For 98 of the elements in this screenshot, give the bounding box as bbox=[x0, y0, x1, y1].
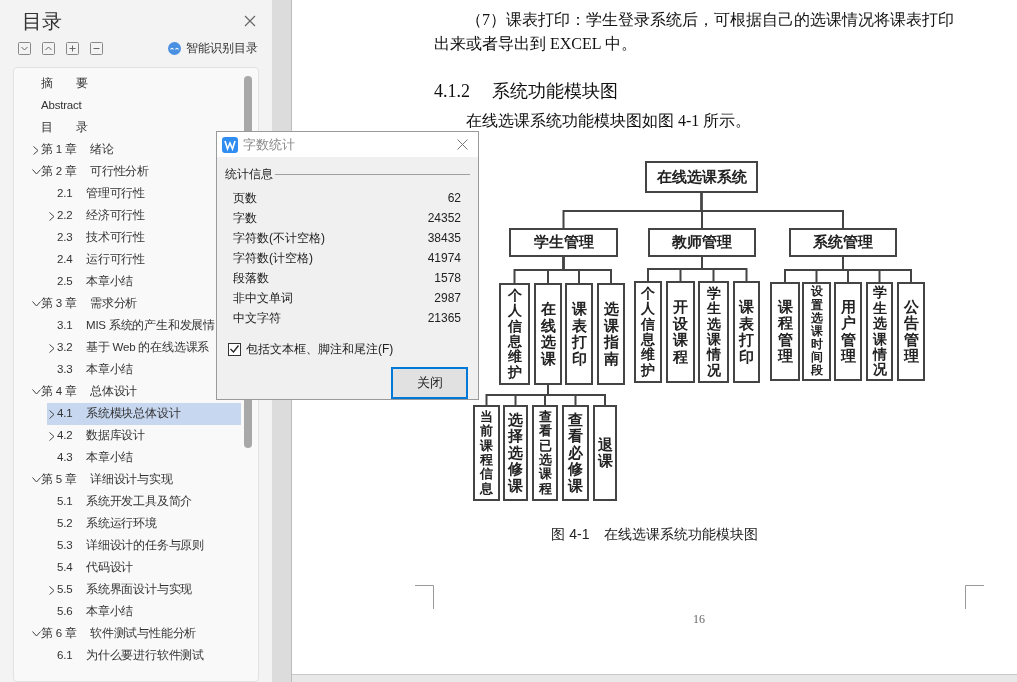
diagram-node: 课表打印 bbox=[733, 281, 760, 383]
figure-caption: 图 4-1 在线选课系统功能模块图 bbox=[551, 525, 758, 544]
app-logo-icon bbox=[222, 136, 238, 153]
stat-label: 段落数 bbox=[233, 270, 269, 287]
diagram-node: 系统管理 bbox=[789, 228, 897, 257]
chevron-right-icon[interactable] bbox=[49, 431, 55, 441]
diagram-node: 开设课程 bbox=[666, 281, 695, 383]
page-number: 16 bbox=[693, 611, 705, 628]
diagram-node: 个人信息维护 bbox=[499, 283, 530, 385]
stat-value: 24352 bbox=[427, 210, 461, 227]
dialog-title: 字数统计 bbox=[243, 135, 295, 154]
toc-item[interactable]: Abstract bbox=[31, 95, 82, 117]
toc-item[interactable]: 5.1 系统开发工具及简介 bbox=[47, 491, 193, 513]
diagram-node: 学生选课情况 bbox=[698, 281, 729, 383]
toc-item[interactable]: 3.1 MIS 系统的产生和发展情 bbox=[47, 315, 216, 337]
stat-label: 字符数(计空格) bbox=[233, 250, 313, 267]
minus-icon[interactable] bbox=[90, 41, 103, 55]
close-icon[interactable] bbox=[244, 15, 256, 27]
diagram-node: 当前课程信息 bbox=[473, 405, 500, 501]
toc-item[interactable]: 第 5 章 详细设计与实现 bbox=[31, 469, 173, 491]
diagram-node: 退课 bbox=[593, 405, 617, 501]
horizontal-scrollbar[interactable] bbox=[292, 674, 1017, 682]
toc-item[interactable]: 5.6 本章小结 bbox=[47, 601, 134, 623]
page-corner-mark bbox=[415, 585, 434, 609]
toc-item[interactable]: 第 4 章 总体设计 bbox=[31, 381, 138, 403]
heading-number: 4.1.2 bbox=[434, 80, 470, 103]
diagram-node: 用户管理 bbox=[834, 282, 862, 381]
stat-value: 41974 bbox=[427, 250, 461, 267]
chevron-right-icon[interactable] bbox=[49, 343, 55, 353]
stat-label: 字数 bbox=[233, 210, 257, 227]
toc-item[interactable]: 目 录 bbox=[31, 117, 89, 139]
diagram-node: 课程管理 bbox=[770, 282, 800, 381]
toc-item[interactable]: 3.2 基于 Web 的在线选课系 bbox=[47, 337, 210, 359]
plus-icon[interactable] bbox=[66, 41, 79, 55]
toc-item[interactable]: 5.4 代码设计 bbox=[47, 557, 134, 579]
chevron-down-icon[interactable] bbox=[31, 389, 41, 395]
toc-item[interactable]: 5.3 详细设计的任务与原则 bbox=[47, 535, 204, 557]
toc-item[interactable]: 5.2 系统运行环境 bbox=[47, 513, 157, 535]
diagram-node: 个人信息维护 bbox=[634, 281, 662, 383]
toc-item[interactable]: 2.3 技术可行性 bbox=[47, 227, 145, 249]
chevron-right-icon[interactable] bbox=[49, 211, 55, 221]
toc-item[interactable]: 4.2 数据库设计 bbox=[47, 425, 145, 447]
stat-label: 非中文单词 bbox=[233, 290, 293, 307]
body-paragraph: 在线选课系统功能模块图如图 4-1 所示。 bbox=[465, 111, 753, 131]
diagram-node: 选课指南 bbox=[597, 283, 625, 385]
toc-item[interactable]: 第 2 章 可行性分析 bbox=[31, 161, 149, 183]
chevron-right-icon[interactable] bbox=[49, 585, 55, 595]
diagram-node: 在线选课 bbox=[534, 283, 562, 385]
diagram-node: 选择选修课 bbox=[503, 405, 528, 501]
chevron-up-icon[interactable] bbox=[42, 41, 55, 55]
stat-label: 页数 bbox=[233, 190, 257, 207]
chevron-down-icon[interactable] bbox=[18, 41, 31, 55]
diagram-node: 查看已选课程 bbox=[532, 405, 558, 501]
toc-item[interactable]: 5.5 系统界面设计与实现 bbox=[47, 579, 193, 601]
stat-label: 字符数(不计空格) bbox=[233, 230, 325, 247]
toc-item[interactable]: 3.3 本章小结 bbox=[47, 359, 134, 381]
toc-item[interactable]: 4.3 本章小结 bbox=[47, 447, 134, 469]
toc-item[interactable]: 第 1 章 绪论 bbox=[31, 139, 114, 161]
toc-item[interactable]: 2.2 经济可行性 bbox=[47, 205, 145, 227]
checkbox[interactable] bbox=[228, 342, 241, 356]
diagram-node: 学生管理 bbox=[509, 228, 618, 257]
toc-item[interactable]: 2.4 运行可行性 bbox=[47, 249, 145, 271]
diagram-node: 教师管理 bbox=[648, 228, 756, 257]
checkbox-label[interactable]: 包括文本框、脚注和尾注(F) bbox=[246, 340, 394, 358]
diagram-node: 在线选课系统 bbox=[645, 161, 758, 193]
page-corner-mark bbox=[965, 585, 984, 609]
body-paragraph: （7）课表打印：学生登录系统后，可根据自己的选课情况将课表打印出来或者导出到 EXCEL 中。 bbox=[434, 10, 955, 54]
chevron-down-icon[interactable] bbox=[31, 301, 41, 307]
toc-item[interactable]: 2.1 管理可行性 bbox=[47, 183, 145, 205]
chevron-right-icon[interactable] bbox=[33, 145, 39, 155]
toc-item[interactable]: 第 3 章 需求分析 bbox=[31, 293, 138, 315]
chevron-down-icon[interactable] bbox=[31, 477, 41, 483]
close-icon[interactable] bbox=[457, 139, 468, 150]
group-label: 统计信息 bbox=[225, 166, 273, 183]
sidebar-title: 目录 bbox=[22, 9, 62, 34]
diagram-node: 设置选课时间段 bbox=[802, 282, 831, 381]
stat-value: 38435 bbox=[427, 230, 461, 247]
chevron-down-icon[interactable] bbox=[31, 169, 41, 175]
stat-value: 1578 bbox=[434, 270, 461, 287]
close-button[interactable]: 关闭 bbox=[391, 367, 468, 399]
stat-value: 62 bbox=[447, 190, 461, 207]
diagram-node: 查看必修课 bbox=[562, 405, 589, 501]
chevron-right-icon[interactable] bbox=[49, 409, 55, 419]
toc-item[interactable]: 第 6 章 软件测试与性能分析 bbox=[31, 623, 197, 645]
chevron-down-icon[interactable] bbox=[31, 631, 41, 637]
diagram-node: 学生选课情况 bbox=[866, 282, 893, 381]
toc-item[interactable]: 6.1 为什么要进行软件测试 bbox=[47, 645, 204, 667]
toc-item[interactable]: 2.5 本章小结 bbox=[47, 271, 134, 293]
stat-label: 中文字符 bbox=[233, 310, 281, 327]
stat-value: 21365 bbox=[427, 310, 461, 327]
toc-item[interactable]: 摘 要 bbox=[31, 73, 89, 95]
diagram-node: 课表打印 bbox=[565, 283, 593, 385]
smart-toc-button[interactable]: 智能识别目录 bbox=[167, 39, 258, 57]
stat-value: 2987 bbox=[434, 290, 461, 307]
toc-item[interactable]: 4.1 系统模块总体设计 bbox=[47, 403, 241, 425]
diagram-node: 公告管理 bbox=[897, 282, 925, 381]
section-heading: 系统功能模块图 bbox=[492, 80, 618, 103]
cloud-icon bbox=[167, 41, 182, 55]
